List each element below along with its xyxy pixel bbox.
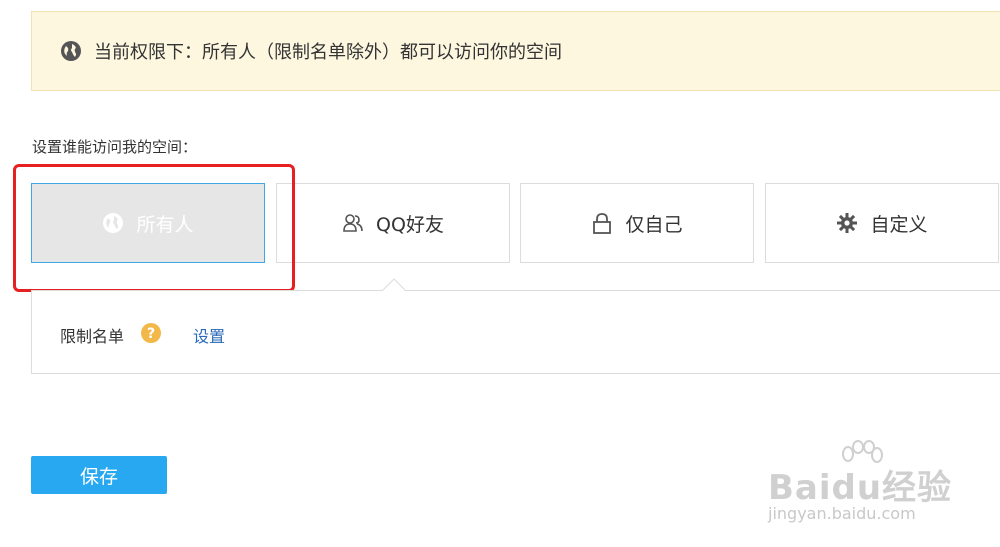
friends-icon xyxy=(343,214,363,232)
restrict-set-link[interactable]: 设置 xyxy=(193,323,225,347)
watermark-sub-text: jingyan.baidu.com xyxy=(768,504,916,523)
gear-icon xyxy=(837,213,858,233)
notice-text: 当前权限下：所有人（限制名单除外）都可以访问你的空间 xyxy=(94,42,562,63)
baidu-watermark: Baidu经验 jingyan.baidu.com xyxy=(768,440,988,538)
svg-text:?: ? xyxy=(147,326,155,342)
option-custom-label: 自定义 xyxy=(870,213,928,236)
option-only-me[interactable]: 仅自己 xyxy=(520,183,754,263)
watermark-main-text: Baidu经验 xyxy=(768,468,953,508)
panel-pointer-arrow xyxy=(382,278,406,291)
globe-icon xyxy=(61,41,81,61)
lock-icon xyxy=(593,213,612,234)
question-icon[interactable]: ? xyxy=(140,322,162,344)
annotation-highlight-box xyxy=(13,164,295,292)
permission-notice: 当前权限下：所有人（限制名单除外）都可以访问你的空间 xyxy=(31,11,1000,91)
option-only-me-label: 仅自己 xyxy=(625,213,683,236)
access-section-label: 设置谁能访问我的空间： xyxy=(32,138,198,156)
option-custom[interactable]: 自定义 xyxy=(765,183,999,263)
restrict-list-panel: 限制名单 ? 设置 xyxy=(31,290,1000,374)
option-qq-friends[interactable]: QQ好友 xyxy=(276,183,510,263)
restrict-list-label: 限制名单 xyxy=(60,327,125,346)
option-qq-friends-label: QQ好友 xyxy=(376,213,444,236)
save-button[interactable]: 保存 xyxy=(31,456,167,494)
